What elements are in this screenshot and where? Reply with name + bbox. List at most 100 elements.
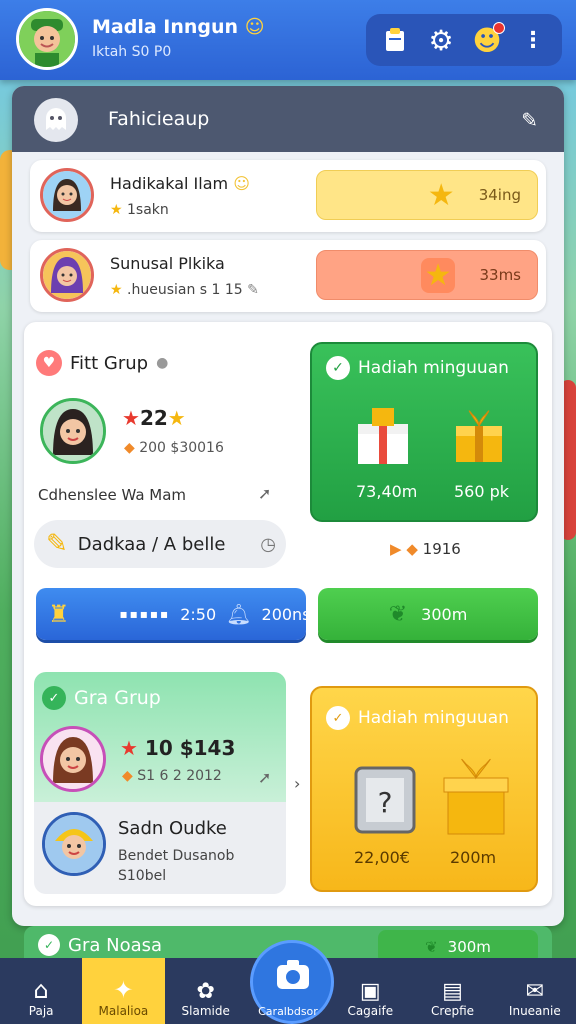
flag-icon: ▶ — [390, 540, 402, 558]
leaf-icon: ❦ — [425, 938, 438, 956]
avatar — [40, 168, 94, 222]
box-icon: ▣ — [359, 979, 381, 1004]
pencil-icon: ✎ — [521, 108, 538, 132]
group-stars: ★22★ — [122, 406, 186, 430]
nav-label: Cagaife — [347, 1004, 394, 1018]
dots-icon: ▪▪▪▪▪ — [119, 607, 171, 621]
green-action-button[interactable]: ❦ 300m — [318, 588, 538, 640]
star-icon: ★ — [120, 736, 138, 760]
green-button-value: 300m — [421, 604, 468, 624]
reward-title-text: Hadiah minguuan — [358, 708, 509, 728]
reward-title: ✓ Hadiah minguuan — [326, 706, 509, 730]
nav-item-center[interactable]: Caralbdsor — [247, 958, 329, 1024]
reward-value: 73,40m — [356, 482, 418, 501]
shield-icon: ◆ — [122, 768, 133, 784]
avatar — [40, 726, 106, 792]
row-sub: ★ 1sakn — [110, 202, 169, 218]
group-description: Cdhenslee Wa Mam — [38, 486, 187, 504]
share-icon[interactable]: ➚ — [258, 768, 271, 787]
member-name: Sadn Oudke — [118, 818, 227, 839]
heart-icon: ♥ — [36, 350, 62, 376]
row-sub: ★ .hueusian s 1 15 ✎ — [110, 282, 259, 298]
group2-stars: ★ 10 $143 — [120, 736, 235, 760]
row-name: Sunusal Plkika — [110, 254, 225, 273]
nav-item-cagaife[interactable]: ▣ Cagaife — [329, 958, 411, 1024]
star-icon: ★ — [420, 257, 456, 293]
user-name: Madla Inngun ☺ — [92, 16, 265, 38]
weekly-reward-card[interactable]: ✓ Hadiah minguuan 73,40m 560 pk — [310, 342, 538, 522]
group-stars-value: 22 — [139, 406, 168, 430]
nav-item-inueanie[interactable]: ✉ Inueanie — [494, 958, 576, 1024]
nav-item-home[interactable]: ⌂ Paja — [0, 958, 82, 1024]
reward-footer: ▶ ◆ 1916 — [390, 540, 461, 558]
row-badge[interactable]: ★ 34ing — [316, 170, 538, 220]
group-title: ♥ Fitt Grup ● — [36, 350, 168, 376]
star-icon: ★ — [110, 282, 123, 298]
avatar — [40, 398, 106, 464]
group-pill-text: Dadkaa / A belle — [77, 533, 226, 555]
safe-icon: ? — [354, 766, 416, 834]
gift-icon — [456, 410, 502, 462]
clock-icon: ◷ — [260, 533, 276, 555]
share-icon[interactable]: ➚ — [258, 484, 271, 503]
smile-icon: ☺ — [233, 174, 250, 193]
notification-dot — [493, 22, 505, 34]
nav-label: Caralbdsor — [258, 1005, 318, 1018]
weekly-reward-card[interactable]: ✓ Hadiah minguuan ? 22,00€ 200m — [310, 686, 538, 892]
avatar — [42, 812, 106, 876]
pet-icon: ✿ — [196, 979, 215, 1004]
blue-button-mid: 2:50 — [180, 604, 217, 624]
more-button[interactable]: ⋮ — [515, 22, 551, 58]
group-title-text: Fitt Grup — [70, 352, 149, 374]
group2-title: ✓ Gra Grup — [42, 686, 161, 710]
flag-icon: ◆ — [406, 540, 418, 558]
check-icon: ✓ — [326, 356, 350, 380]
panel-header: Fahicieaup ✎ — [12, 86, 564, 152]
star-sword-icon: ✦ — [113, 976, 134, 1004]
row-name: Hadikakal Ilam ☺ — [110, 174, 250, 193]
group-pill[interactable]: ✎ Dadkaa / A belle ◷ — [34, 520, 286, 568]
list-item[interactable]: Hadikakal Ilam ☺ ★ 1sakn ★ 34ing — [30, 160, 546, 232]
row-badge[interactable]: ★ 33ms — [316, 250, 538, 300]
top-actions: ⚙ ☻ ⋮ — [366, 14, 562, 66]
reward-title-text: Hadiah minguuan — [358, 358, 509, 378]
reward-value: 200m — [450, 848, 497, 867]
group-stat-text: 200 $30016 — [139, 440, 224, 456]
chevron-right-icon[interactable]: › — [294, 774, 300, 793]
nav-label: Paja — [28, 1004, 54, 1018]
nav-label: Crepfie — [431, 1004, 475, 1018]
row-badge-value: 33ms — [479, 266, 521, 284]
settings-button[interactable]: ⚙ — [423, 22, 459, 58]
more-icon: ⋮ — [522, 27, 544, 53]
nav-label: Slamide — [181, 1004, 230, 1018]
member-sub: S10bel — [118, 868, 167, 884]
nav-label: Inueanie — [508, 1004, 561, 1018]
edit-button[interactable]: ✎ — [521, 108, 538, 132]
group2-title-text: Gra Grup — [74, 687, 161, 709]
panel-title: Fahicieaup — [108, 108, 210, 130]
clipboard-button[interactable] — [377, 22, 413, 58]
notifications-button[interactable]: ☻ — [469, 22, 505, 58]
list-item[interactable]: Sunusal Plkika ★ .hueusian s 1 15 ✎ ★ 33… — [30, 240, 546, 312]
reward-value: 560 pk — [454, 482, 510, 501]
top-bar: Madla Inngun ☺ Iktah S0 P0 ⚙ ☻ ⋮ — [0, 0, 576, 80]
smile-icon: ☺ — [244, 16, 265, 38]
leaf-icon: ❦ — [388, 601, 408, 627]
user-avatar[interactable] — [16, 8, 78, 70]
strip-title: ✓ Gra Noasa — [38, 934, 162, 956]
row-badge-value: 34ing — [478, 186, 521, 204]
member-sub: Bendet Dusanob — [118, 848, 235, 864]
blue-action-button[interactable]: ♜ ▪▪▪▪▪ 2:50 🔔︎ 200ns — [36, 588, 311, 640]
nav-item-missions[interactable]: ✦ Malalioa — [82, 958, 165, 1024]
svg-text:?: ? — [378, 786, 393, 819]
nav-item-crepfie[interactable]: ▤ Crepfie — [411, 958, 493, 1024]
star-icon: ★ — [167, 406, 186, 430]
gift-icon — [443, 758, 509, 835]
nav-item-slamide[interactable]: ✿ Slamide — [165, 958, 247, 1024]
star-icon: ★ — [427, 177, 455, 213]
check-icon: ✓ — [38, 934, 60, 956]
group-stat: ◆ 200 $30016 — [124, 440, 224, 456]
shield-icon: ◆ — [124, 440, 135, 456]
check-icon: ✓ — [326, 706, 350, 730]
chest-icon: ▤ — [442, 979, 463, 1004]
